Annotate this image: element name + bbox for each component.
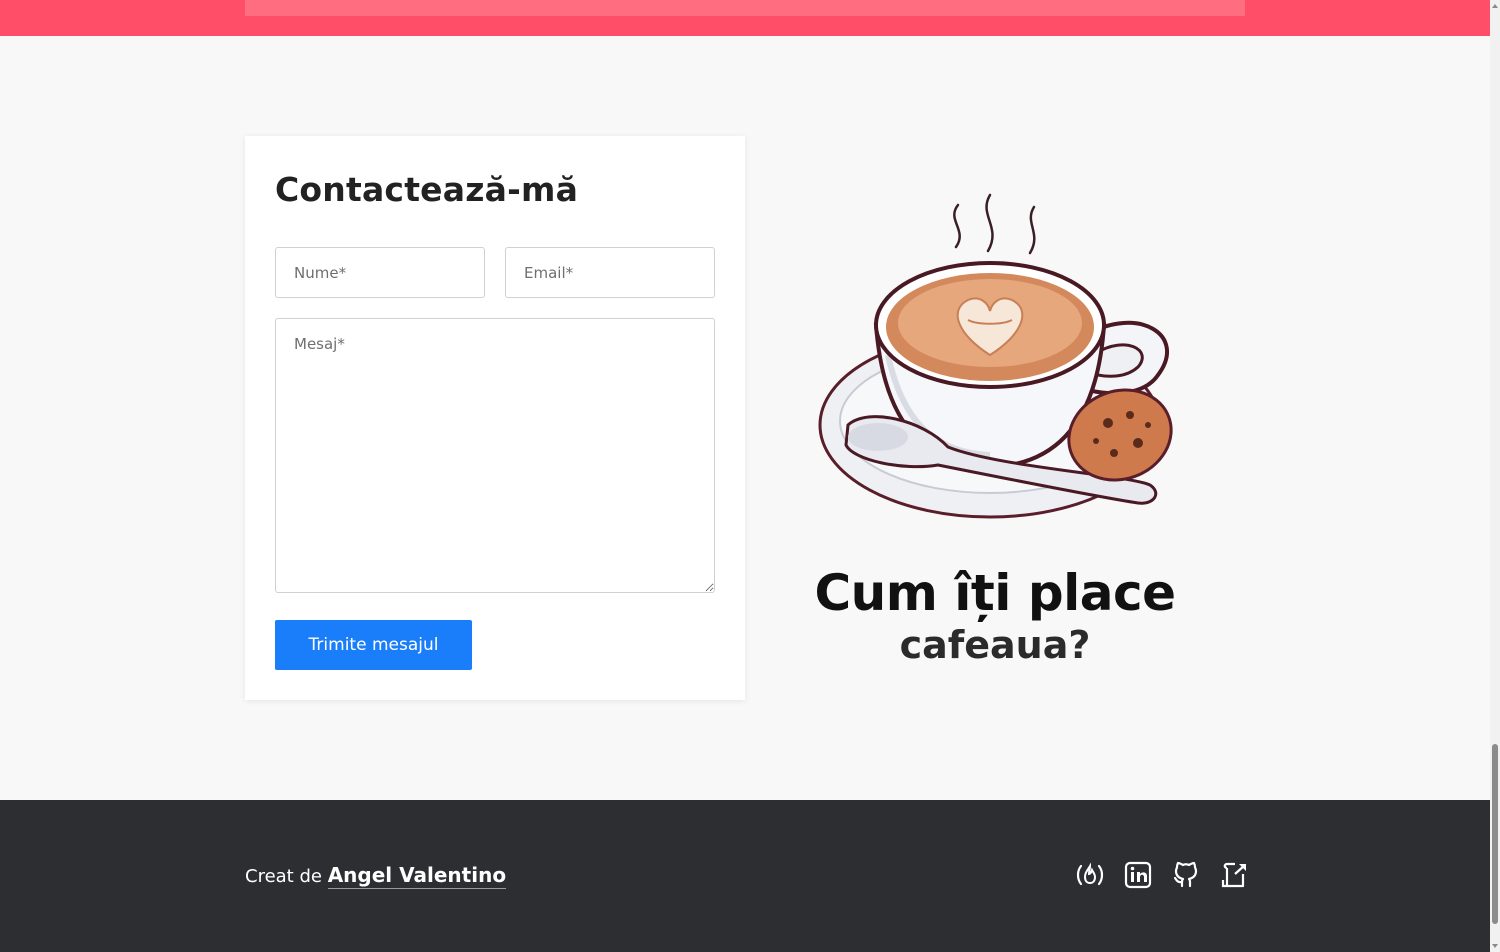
external-link[interactable] <box>1219 860 1249 890</box>
top-banner-inner <box>245 0 1245 16</box>
freecodecamp-link[interactable] <box>1075 860 1105 890</box>
coffee-cup-illustration <box>818 193 1173 519</box>
contact-title: Contactează-mă <box>275 170 579 209</box>
linkedin-link[interactable] <box>1123 860 1153 890</box>
tagline-line1: Cum îți place <box>814 564 1176 622</box>
contact-card: Contactează-mă Trimite mesajul <box>245 136 745 700</box>
author-link[interactable]: Angel Valentino <box>327 863 507 889</box>
github-link[interactable] <box>1171 860 1201 890</box>
linkedin-icon <box>1124 861 1152 889</box>
message-textarea[interactable] <box>275 318 715 593</box>
footer-credit: Creat de Angel Valentino <box>245 863 507 889</box>
site-footer: Creat de Angel Valentino <box>0 800 1490 952</box>
coffee-tagline: Cum îți place cafeaua? <box>780 562 1210 666</box>
email-input[interactable] <box>505 247 715 298</box>
scroll-up-icon[interactable] <box>1492 4 1498 8</box>
scroll-down-icon[interactable] <box>1492 944 1498 948</box>
github-icon <box>1173 861 1198 888</box>
freecodecamp-icon <box>1076 862 1104 886</box>
social-links <box>1075 860 1249 890</box>
name-input[interactable] <box>275 247 485 298</box>
scrollbar-thumb[interactable] <box>1492 744 1498 924</box>
external-link-icon <box>1221 862 1246 888</box>
submit-button[interactable]: Trimite mesajul <box>275 620 472 670</box>
credit-prefix: Creat de <box>245 866 322 887</box>
tagline-line2: cafeaua? <box>899 623 1091 667</box>
page-scrollbar[interactable] <box>1490 0 1500 952</box>
top-banner <box>0 0 1490 36</box>
